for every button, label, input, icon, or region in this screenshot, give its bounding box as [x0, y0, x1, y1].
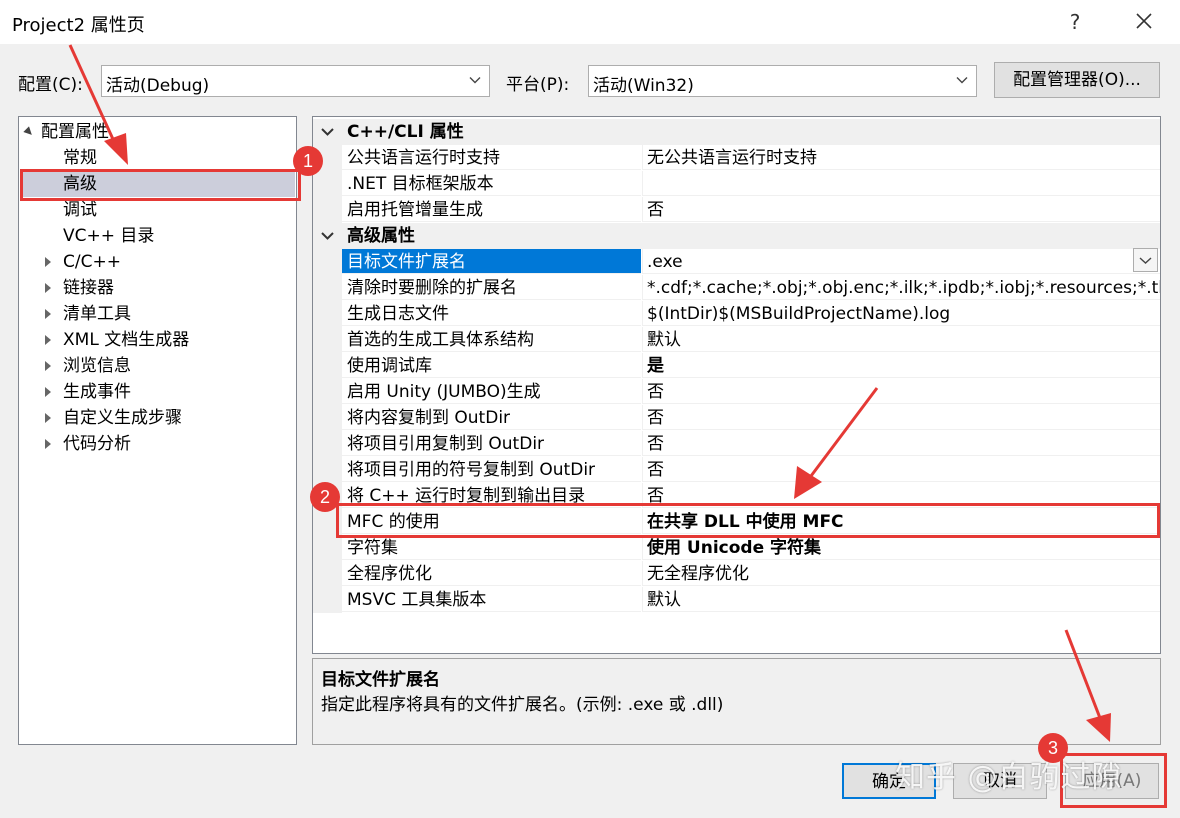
- annotation-arrow-2-icon: [794, 387, 879, 499]
- watermark: 知乎 @白驹过隙: [895, 760, 1123, 795]
- annotation-arrows: [68, 44, 1111, 742]
- annotation-arrow-1-icon: [68, 44, 128, 165]
- annotation-arrow-3-icon: [1064, 629, 1111, 742]
